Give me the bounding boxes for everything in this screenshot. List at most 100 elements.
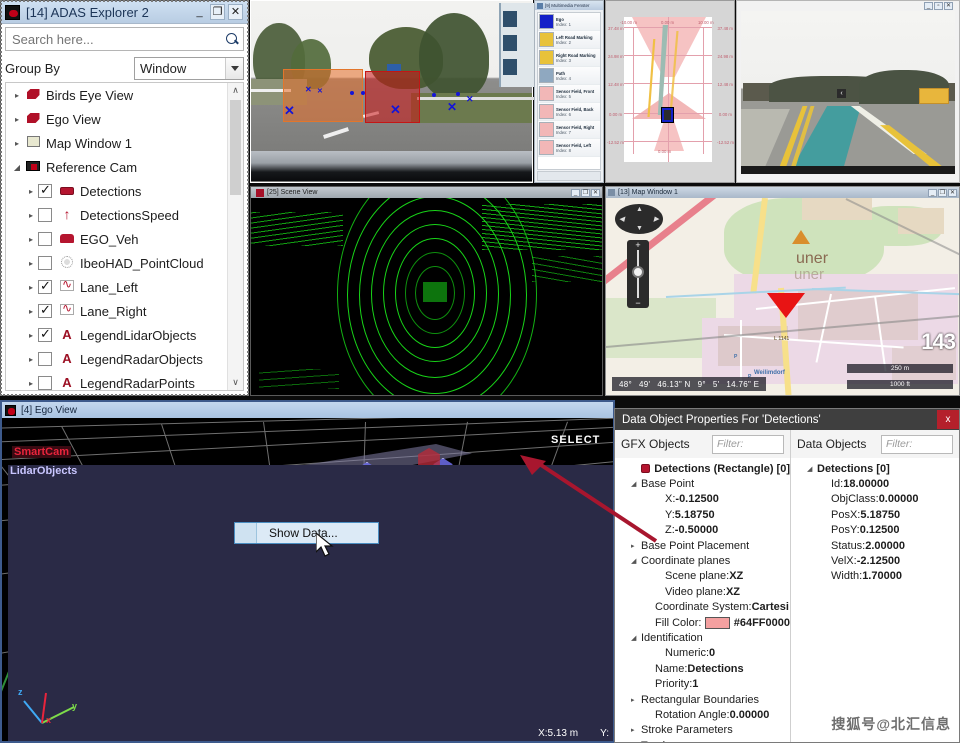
tree-item-detectionsspeed[interactable]: ▸ ↑ DetectionsSpeed xyxy=(6,203,226,227)
scrollbar-thumb[interactable] xyxy=(230,100,241,195)
multimedia-item[interactable]: Sensor Field, Left Index: 8 xyxy=(538,139,600,157)
map-pan-control[interactable]: ▲ ▼ ◀ ▶ xyxy=(615,204,663,234)
property-row[interactable]: Name: Detections xyxy=(621,661,790,676)
gfx-objects-tree[interactable]: Detections (Rectangle) [0] ◢ Base Point X: … xyxy=(615,458,790,742)
map-minimize-button[interactable]: _ xyxy=(928,188,937,197)
multimedia-item[interactable]: Sensor Field, Front Index: 5 xyxy=(538,85,600,103)
context-menu[interactable]: Show Data... xyxy=(234,522,379,544)
multimedia-item[interactable]: Left Road Marking Index: 2 xyxy=(538,31,600,49)
pan-up-icon[interactable]: ▲ xyxy=(636,206,643,213)
tree-item-detections[interactable]: ▸ Detections xyxy=(6,179,226,203)
color-swatch[interactable] xyxy=(705,616,730,629)
property-row[interactable]: ▸Track xyxy=(621,738,790,742)
pan-down-icon[interactable]: ▼ xyxy=(636,225,643,232)
zoom-out-icon[interactable]: − xyxy=(627,298,649,308)
close-button[interactable]: ✕ xyxy=(228,4,243,20)
multimedia-item[interactable]: Ego Index: 1 xyxy=(538,13,600,31)
property-row[interactable]: ObjClass: 0.00000 xyxy=(797,492,959,507)
property-row[interactable]: Width: 1.70000 xyxy=(797,569,959,584)
twisty-icon[interactable]: ◢ xyxy=(631,634,641,642)
twisty-icon[interactable]: ◢ xyxy=(631,557,641,565)
object-tree[interactable]: ▸ Birds Eye View ▸ Ego View ▸ Map Window 1 ◢ Re… xyxy=(5,82,244,391)
map-titlebar[interactable]: [13] Map Window 1 _ ❐ ✕ xyxy=(606,187,959,198)
search-icon[interactable] xyxy=(225,32,239,46)
twisty-icon[interactable]: ▸ xyxy=(631,696,641,704)
property-row[interactable]: Priority: 1 xyxy=(621,676,790,691)
data-objects-tree[interactable]: ◢ Detections [0] Id: 18.00000 ObjClass: 0.0… xyxy=(791,458,959,742)
property-row[interactable]: Video plane: XZ xyxy=(621,584,790,599)
lanecam-restore-button[interactable]: ▫ xyxy=(934,2,943,10)
explorer-titlebar[interactable]: [14] ADAS Explorer 2 _ ❐ ✕ xyxy=(1,1,248,24)
property-row[interactable]: VelX: -2.12500 xyxy=(797,553,959,568)
tree-scrollbar[interactable]: ∧ ∨ xyxy=(227,83,243,390)
object-tree-items[interactable]: ▸ Birds Eye View ▸ Ego View ▸ Map Window 1 ◢ Re… xyxy=(6,83,226,390)
property-row[interactable]: ◢ Identification xyxy=(621,630,790,645)
tree-item-checkbox[interactable] xyxy=(38,278,52,294)
restore-button[interactable]: ❐ xyxy=(210,4,225,20)
tree-item-checkbox[interactable] xyxy=(38,182,52,198)
expander-icon[interactable]: ▸ xyxy=(24,211,38,220)
tree-item-reference-cam[interactable]: ◢ Reference Cam xyxy=(6,155,226,179)
group-by-select[interactable]: Window xyxy=(134,57,244,80)
multimedia-object-list[interactable]: Ego Index: 1 Left Road Marking Index: 2 Righ… xyxy=(537,12,601,170)
property-row[interactable]: Detections (Rectangle) [0] xyxy=(621,461,790,476)
zoom-knob[interactable] xyxy=(632,266,644,278)
gfx-filter-input[interactable]: Filter: xyxy=(712,434,784,454)
reference-cam-view[interactable]: ✕ ✕ ✕ ✕ ✕ ✕ xyxy=(250,0,537,183)
sceneview-restore-button[interactable]: ❐ xyxy=(581,188,590,197)
multimedia-item[interactable]: Sensor Field, Right Index: 7 xyxy=(538,121,600,139)
scene-view-titlebar[interactable]: [25] Scene View _ ❐ ✕ xyxy=(251,187,602,198)
property-row[interactable]: PosX: 5.18750 xyxy=(797,507,959,522)
lanecam-close-button[interactable]: ✕ xyxy=(944,2,953,10)
data-filter-input[interactable]: Filter: xyxy=(881,434,953,454)
twisty-icon[interactable]: ▸ xyxy=(631,542,641,550)
property-row[interactable]: Fill Color: #64FF0000 xyxy=(621,615,790,630)
tree-item-ibeohad-pointcloud[interactable]: ▸ IbeoHAD_PointCloud xyxy=(6,251,226,275)
sceneview-close-button[interactable]: ✕ xyxy=(591,188,600,197)
property-row[interactable]: Scene plane: XZ xyxy=(621,569,790,584)
expander-icon[interactable]: ◢ xyxy=(10,163,24,172)
tree-item-checkbox[interactable] xyxy=(38,326,52,342)
property-row[interactable]: Coordinate System: Cartesi xyxy=(621,600,790,615)
multimedia-item[interactable]: Path Index: 4 xyxy=(538,67,600,85)
properties-close-button[interactable]: x xyxy=(937,410,959,429)
tree-item-checkbox[interactable] xyxy=(38,232,52,246)
expander-icon[interactable]: ▸ xyxy=(24,187,38,196)
map-close-button[interactable]: ✕ xyxy=(948,188,957,197)
detection-box-orange[interactable] xyxy=(283,69,363,122)
scroll-down-icon[interactable]: ∨ xyxy=(228,375,243,390)
property-row[interactable]: Status: 2.00000 xyxy=(797,538,959,553)
pan-right-icon[interactable]: ▶ xyxy=(654,215,659,223)
property-row[interactable]: ◢ Base Point xyxy=(621,476,790,491)
tree-item-checkbox[interactable] xyxy=(38,352,52,366)
map-canvas[interactable]: uner uner L 1141 Weilimdorf P P 143 ▲ ▼ … xyxy=(606,198,959,395)
properties-titlebar[interactable]: Data Object Properties For 'Detections' … xyxy=(615,409,959,430)
map-zoom-slider[interactable]: + − xyxy=(627,240,649,308)
property-row[interactable]: Y: 5.18750 xyxy=(621,507,790,522)
tree-item-checkbox[interactable] xyxy=(38,208,52,222)
expander-icon[interactable]: ▸ xyxy=(24,379,38,388)
property-row[interactable]: Z: -0.50000 xyxy=(621,523,790,538)
lane-detection-cam-view[interactable]: _ ▫ ✕ ‹ xyxy=(736,0,960,183)
expander-icon[interactable]: ▸ xyxy=(24,283,38,292)
sceneview-minimize-button[interactable]: _ xyxy=(571,188,580,197)
expander-icon[interactable]: ▸ xyxy=(24,259,38,268)
property-row[interactable]: ◢ Coordinate planes xyxy=(621,553,790,568)
property-row[interactable]: Rotation Angle: 0.00000 xyxy=(621,707,790,722)
map-restore-button[interactable]: ❐ xyxy=(938,188,947,197)
property-row[interactable]: X: -0.12500 xyxy=(621,492,790,507)
chevron-down-icon[interactable] xyxy=(225,58,243,79)
property-row[interactable]: ▸ Stroke Parameters xyxy=(621,723,790,738)
expander-icon[interactable]: ▸ xyxy=(24,235,38,244)
tree-item-ego-veh[interactable]: ▸ EGO_Veh xyxy=(6,227,226,251)
tree-item-lane-left[interactable]: ▸ Lane_Left xyxy=(6,275,226,299)
multimedia-titlebar[interactable]: [9] Multimedia Fenster xyxy=(535,1,603,10)
lidar-point-cloud[interactable] xyxy=(251,198,602,395)
tree-item-lane-right[interactable]: ▸ Lane_Right xyxy=(6,299,226,323)
property-row[interactable]: Numeric: 0 xyxy=(621,646,790,661)
ego-view-3d-scene[interactable]: 40 30 20 10 SmartCam LidarObjects xyxy=(2,418,613,741)
expander-icon[interactable]: ▸ xyxy=(24,331,38,340)
property-row[interactable]: ◢ Detections [0] xyxy=(797,461,959,476)
expander-icon[interactable]: ▸ xyxy=(10,139,24,148)
expander-icon[interactable]: ▸ xyxy=(10,91,24,100)
